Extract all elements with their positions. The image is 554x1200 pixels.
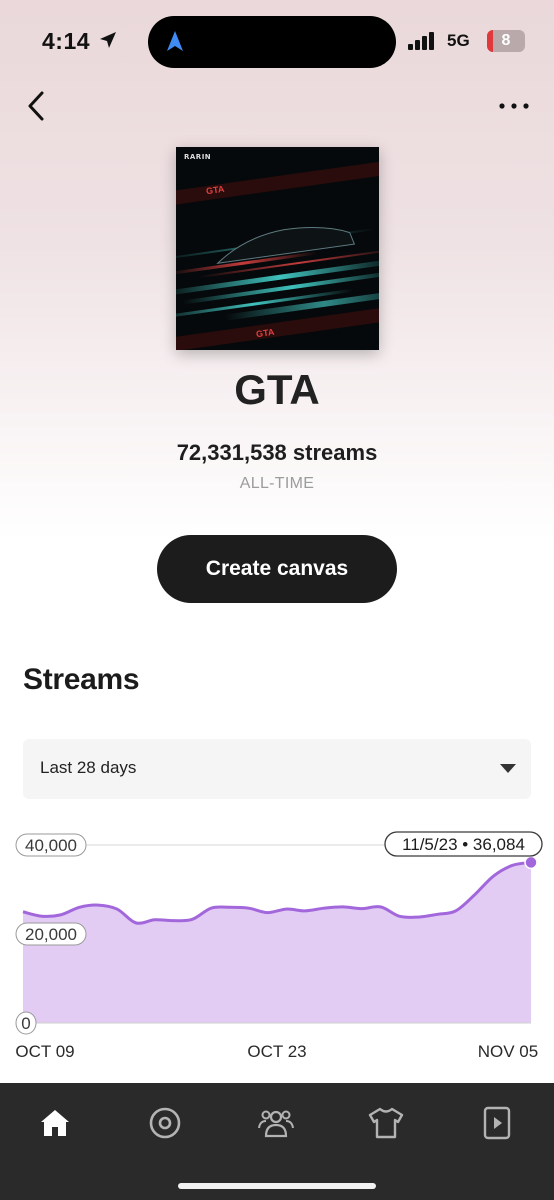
tshirt-icon [368,1107,404,1139]
album-art-label: RARIN [184,153,212,161]
dynamic-island [148,16,396,68]
video-play-icon [483,1106,511,1140]
date-range-select[interactable]: Last 28 days [23,739,531,799]
y-tick-label: 20,000 [25,925,77,944]
x-tick-label: NOV 05 [478,1042,538,1061]
streams-total: 72,331,538 streams [176,440,378,465]
chart-last-point [524,855,538,870]
network-label: 5G [447,31,470,50]
signal-icon [408,32,434,50]
album-art: RARIN GTA GTA [176,147,379,350]
chart-area-fill [23,862,531,1023]
battery-icon: 8 [487,30,525,52]
music-disc-icon [149,1107,181,1139]
y-tick-label: 40,000 [25,836,77,855]
navigation-icon [167,31,183,51]
song-title: GTA [234,366,320,413]
location-arrow-icon [100,32,116,48]
nav-music[interactable] [145,1103,185,1143]
audience-icon [258,1110,294,1138]
create-canvas-button[interactable]: Create canvas [157,535,397,603]
status-bar: 4:14 5G 8 [0,0,554,84]
nav-video[interactable] [477,1103,517,1143]
nav-home[interactable] [35,1103,75,1143]
streams-chart: 0 20,000 40,000 11/5/23 • 36,084 OCT 09 OCT 2… [15,831,543,1061]
back-button[interactable] [22,88,56,124]
nav-audience[interactable] [256,1103,296,1143]
battery-level: 8 [501,32,511,49]
y-tick-label: 0 [21,1014,30,1033]
nav-merch[interactable] [366,1103,406,1143]
home-icon [41,1110,69,1136]
date-range-value: Last 28 days [40,758,137,777]
chevron-down-icon [500,764,516,773]
status-time: 4:14 [42,28,91,54]
chart-tooltip-text: 11/5/23 • 36,084 [402,835,525,854]
more-options-icon[interactable] [496,94,532,118]
album-art-graphic [176,147,379,350]
streams-section-title: Streams [23,663,140,696]
x-tick-label: OCT 23 [247,1042,306,1061]
x-tick-label: OCT 09 [15,1042,74,1061]
home-indicator [178,1183,376,1189]
streams-period: ALL-TIME [239,475,315,492]
